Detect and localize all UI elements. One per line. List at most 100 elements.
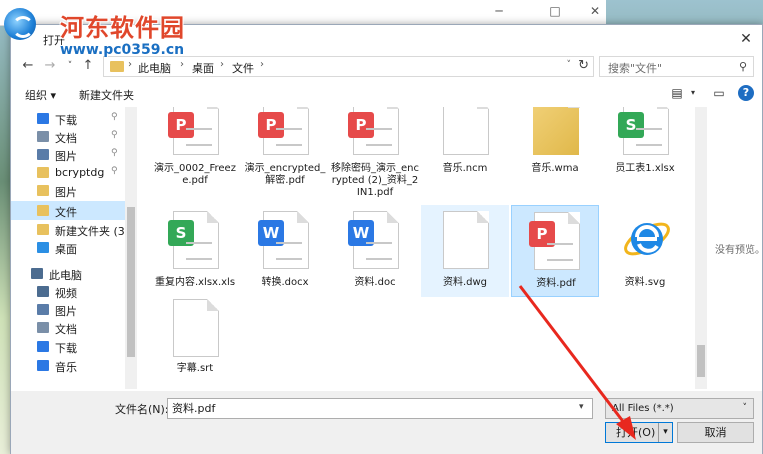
sidebar-item-label: 图片 — [55, 186, 77, 199]
desktop-icon — [37, 242, 49, 253]
blank-file-icon — [443, 107, 489, 155]
file-item[interactable]: S 员工表1.xlsx — [601, 107, 689, 189]
pdf-file-icon: P — [348, 107, 399, 155]
nav-pane-scrollbar[interactable] — [125, 107, 137, 389]
file-type-filter[interactable]: All Files (*.*) ˅ — [605, 398, 754, 419]
folder-icon — [37, 224, 49, 235]
sidebar-item-label: 此电脑 — [49, 269, 82, 282]
sidebar-item-label: 下载 — [55, 342, 77, 355]
file-name: 员工表1.xlsx — [615, 163, 675, 174]
breadcrumb-separator-icon[interactable]: › — [128, 59, 132, 70]
preview-message: 没有预览。 — [715, 245, 763, 256]
breadcrumb-separator-icon[interactable]: › — [220, 59, 224, 70]
sidebar-item[interactable]: 文档 — [11, 318, 125, 337]
search-box[interactable]: 搜索"文件" ⚲ — [599, 56, 754, 77]
refresh-icon[interactable]: ↻ — [578, 58, 589, 73]
scrollbar-thumb[interactable] — [697, 345, 705, 377]
address-dropdown-icon[interactable]: ˅ — [567, 60, 572, 70]
file-name: 资料.svg — [624, 277, 666, 288]
file-item[interactable]: 资料.dwg — [421, 205, 509, 297]
help-icon[interactable]: ? — [738, 85, 754, 101]
open-button-label: 打开(O) — [616, 426, 656, 439]
file-name: 字幕.srt — [176, 363, 214, 374]
document-icon — [37, 322, 49, 333]
chevron-down-icon: ˅ — [742, 403, 748, 413]
file-item[interactable]: 资料.svg — [601, 205, 689, 297]
open-file-dialog: 打开 ✕ ← → ˅ ↑ › 此电脑 › 桌面 › 文件 › ˅ ↻ 搜索"文件… — [10, 24, 763, 454]
file-item[interactable]: 音乐.wma — [511, 107, 599, 189]
file-item[interactable]: P 演示_encrypted_解密.pdf — [241, 107, 329, 189]
sidebar-item[interactable]: 下载 — [11, 337, 125, 356]
sidebar-item-label: 文档 — [55, 323, 77, 336]
file-item[interactable]: 字幕.srt — [151, 293, 239, 389]
sidebar-item[interactable]: 图片 — [11, 181, 125, 200]
sidebar-item[interactable]: 视频 — [11, 282, 125, 301]
pin-icon: ⚲ — [111, 166, 118, 176]
forward-arrow-icon[interactable]: → — [41, 57, 59, 75]
sidebar-item-label: bcryptdg — [55, 166, 105, 179]
sidebar-item[interactable]: bcryptdg ⚲ — [11, 163, 125, 182]
address-bar[interactable]: › 此电脑 › 桌面 › 文件 › ˅ ↻ — [103, 56, 594, 77]
sidebar-item-label: 图片 — [55, 305, 77, 318]
cancel-button[interactable]: 取消 — [677, 422, 754, 443]
file-item[interactable]: W 转换.docx — [241, 205, 329, 297]
sidebar-item[interactable]: 图片 — [11, 300, 125, 319]
scrollbar-thumb[interactable] — [127, 207, 135, 357]
preview-pane: 没有预览。 — [709, 107, 763, 389]
recent-locations-chevron-icon[interactable]: ˅ — [61, 57, 79, 75]
sidebar-item[interactable]: 新建文件夹 (3) — [11, 220, 129, 239]
navigation-bar: ← → ˅ ↑ › 此电脑 › 桌面 › 文件 › ˅ ↻ 搜索"文件" ⚲ — [11, 53, 762, 79]
search-placeholder: 搜索"文件" — [608, 62, 663, 75]
sidebar-item[interactable]: 此电脑 — [11, 264, 125, 283]
breadcrumb-item[interactable]: 桌面 — [192, 60, 214, 76]
command-toolbar: 组织 ▾ 新建文件夹 ▤ ▾ ▭ ? — [11, 83, 762, 105]
back-arrow-icon[interactable]: ← — [19, 57, 37, 75]
dialog-titlebar: 打开 ✕ — [11, 25, 762, 53]
filename-dropdown-icon[interactable]: ▾ — [579, 402, 584, 412]
sidebar-item[interactable]: 文档 ⚲ — [11, 127, 125, 146]
view-options-icon[interactable]: ▤ — [669, 85, 685, 101]
new-folder-button[interactable]: 新建文件夹 — [79, 87, 134, 103]
maximize-icon[interactable]: □ — [548, 4, 562, 18]
folder-icon — [37, 205, 49, 216]
breadcrumb-item[interactable]: 此电脑 — [138, 60, 171, 76]
breadcrumb-separator-icon[interactable]: › — [260, 59, 264, 70]
document-lines-icon — [276, 128, 302, 146]
sidebar-item[interactable]: 图片 ⚲ — [11, 145, 125, 164]
file-item[interactable]: P 演示_0002_Freeze.pdf — [151, 107, 239, 189]
preview-pane-icon[interactable]: ▭ — [711, 85, 727, 101]
video-icon — [37, 286, 49, 297]
view-dropdown-icon[interactable]: ▾ — [685, 85, 701, 101]
picture-icon — [37, 149, 49, 160]
sidebar-item-label: 视频 — [55, 287, 77, 300]
file-name: 资料.doc — [354, 277, 396, 288]
file-name: 转换.docx — [261, 277, 309, 288]
up-arrow-icon[interactable]: ↑ — [79, 57, 97, 75]
blank-file-icon — [173, 299, 219, 357]
dialog-close-icon[interactable]: ✕ — [738, 31, 754, 47]
sidebar-item[interactable]: 下载 ⚲ — [11, 109, 125, 128]
file-item[interactable]: S 重复内容.xlsx.xls — [151, 205, 239, 297]
breadcrumb-separator-icon[interactable]: › — [180, 59, 184, 70]
file-list: P 演示_0002_Freeze.pdf P 演示_encrypted_解密.pdf P… — [141, 107, 697, 389]
minimize-icon[interactable]: ─ — [492, 4, 506, 18]
search-icon[interactable]: ⚲ — [739, 60, 747, 73]
document-lines-icon — [636, 128, 662, 146]
file-list-scrollbar[interactable] — [695, 107, 707, 389]
close-icon[interactable]: ✕ — [588, 4, 602, 18]
file-item[interactable]: P 移除密码_演示_encrypted (2)_资料_2IN1.pdf — [331, 107, 419, 198]
sidebar-item[interactable]: 音乐 — [11, 356, 125, 375]
sidebar-item[interactable]: 桌面 — [11, 238, 125, 257]
file-item[interactable]: W 资料.doc — [331, 205, 419, 297]
file-item[interactable]: 音乐.ncm — [421, 107, 509, 189]
sidebar-item[interactable]: 文件 — [11, 201, 125, 220]
organize-button[interactable]: 组织 ▾ — [25, 87, 56, 103]
open-dropdown-icon[interactable]: ▾ — [658, 423, 672, 442]
file-name: 资料.dwg — [442, 277, 488, 288]
breadcrumb-item[interactable]: 文件 — [232, 60, 254, 76]
document-lines-icon — [547, 243, 573, 261]
file-item[interactable]: P 资料.pdf — [511, 205, 599, 297]
pin-icon: ⚲ — [111, 148, 118, 158]
filename-input[interactable]: 资料.pdf — [167, 398, 593, 419]
open-button[interactable]: 打开(O) ▾ — [605, 422, 673, 443]
